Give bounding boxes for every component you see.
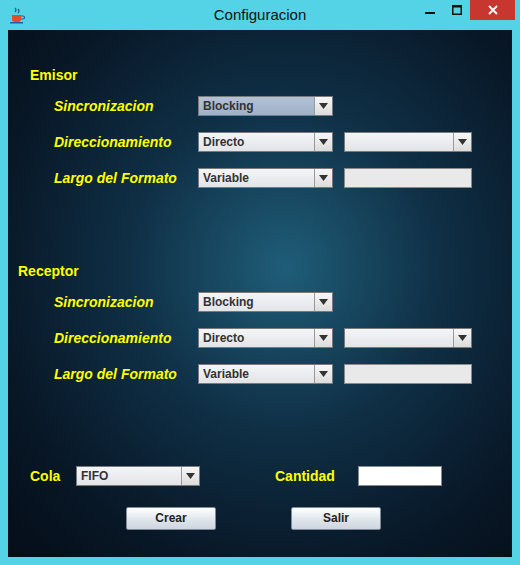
down-arrow-icon (319, 139, 328, 145)
field-group: Variable (198, 364, 472, 384)
down-arrow-icon (458, 335, 467, 341)
field-group: Directo (198, 132, 472, 152)
dropdown-button[interactable] (453, 133, 471, 151)
combo-value: Blocking (199, 97, 314, 115)
content-panel: EmisorSincronizacionBlockingDireccionami… (8, 30, 512, 557)
field-group: Blocking (198, 292, 333, 312)
section: EmisorSincronizacionBlockingDireccionami… (8, 65, 512, 196)
maximize-icon (452, 5, 462, 15)
combo-box[interactable] (344, 132, 472, 152)
text-field[interactable] (358, 466, 442, 486)
combo-value: Variable (199, 365, 314, 383)
field-group: Directo (198, 328, 472, 348)
combo-value: Directo (199, 133, 314, 151)
window: ConfiguracionEmisorSincronizacionBlockin… (0, 0, 520, 565)
amount-label: Cantidad (275, 466, 358, 487)
config-row: DireccionamientoDirecto (8, 320, 512, 356)
dropdown-button[interactable] (314, 293, 332, 311)
combo-box[interactable]: Directo (198, 132, 333, 152)
dropdown-button[interactable] (453, 329, 471, 347)
combo-value: FIFO (77, 467, 181, 485)
title-bar[interactable]: Configuracion (0, 0, 520, 30)
down-arrow-icon (319, 371, 328, 377)
field-group: Variable (198, 168, 472, 188)
dropdown-button[interactable] (314, 133, 332, 151)
combo-value: Directo (199, 329, 314, 347)
button-row: Crear Salir (8, 507, 512, 530)
config-row: Largo del FormatoVariable (8, 356, 512, 392)
down-arrow-icon (458, 139, 467, 145)
field-group: Blocking (198, 96, 333, 116)
field-label: Direccionamiento (8, 328, 198, 349)
field-label: Sincronizacion (8, 292, 198, 313)
config-row: Largo del FormatoVariable (8, 160, 512, 196)
combo-box[interactable]: FIFO (76, 466, 200, 486)
field-label: Sincronizacion (8, 96, 198, 117)
combo-value (345, 133, 453, 151)
queue-row: ColaFIFO Cantidad (8, 458, 512, 494)
combo-box[interactable] (344, 328, 472, 348)
minimize-icon (425, 5, 435, 15)
down-arrow-icon (319, 335, 328, 341)
field-label: Largo del Formato (8, 364, 198, 385)
config-row: SincronizacionBlocking (8, 88, 512, 124)
window-title: Configuracion (214, 4, 307, 27)
dropdown-button[interactable] (314, 97, 332, 115)
config-row: DireccionamientoDirecto (8, 124, 512, 160)
combo-box[interactable]: Directo (198, 328, 333, 348)
combo-box[interactable]: Blocking (198, 96, 333, 116)
config-row: SincronizacionBlocking (8, 284, 512, 320)
down-arrow-icon (319, 175, 328, 181)
down-arrow-icon (319, 299, 328, 305)
section-title: Emisor (8, 65, 512, 85)
section: ReceptorSincronizacionBlockingDirecciona… (8, 261, 512, 392)
field-label: Largo del Formato (8, 168, 198, 189)
down-arrow-icon (319, 103, 328, 109)
java-icon (8, 6, 26, 24)
close-icon (488, 5, 498, 15)
exit-button[interactable]: Salir (291, 507, 381, 530)
minimize-button[interactable] (416, 0, 443, 20)
dropdown-button[interactable] (314, 169, 332, 187)
dropdown-button[interactable] (314, 329, 332, 347)
combo-value (345, 329, 453, 347)
section-title: Receptor (8, 261, 512, 281)
text-field[interactable] (344, 168, 472, 188)
create-button[interactable]: Crear (126, 507, 216, 530)
dropdown-button[interactable] (181, 467, 199, 485)
window-controls (416, 0, 515, 20)
combo-box[interactable]: Variable (198, 364, 333, 384)
combo-box[interactable]: Variable (198, 168, 333, 188)
combo-box[interactable]: Blocking (198, 292, 333, 312)
close-button[interactable] (470, 0, 515, 20)
combo-value: Variable (199, 169, 314, 187)
text-field[interactable] (344, 364, 472, 384)
field-label: Direccionamiento (8, 132, 198, 153)
dropdown-button[interactable] (314, 365, 332, 383)
down-arrow-icon (186, 473, 195, 479)
combo-value: Blocking (199, 293, 314, 311)
maximize-button[interactable] (443, 0, 470, 20)
queue-label: Cola (30, 466, 76, 487)
